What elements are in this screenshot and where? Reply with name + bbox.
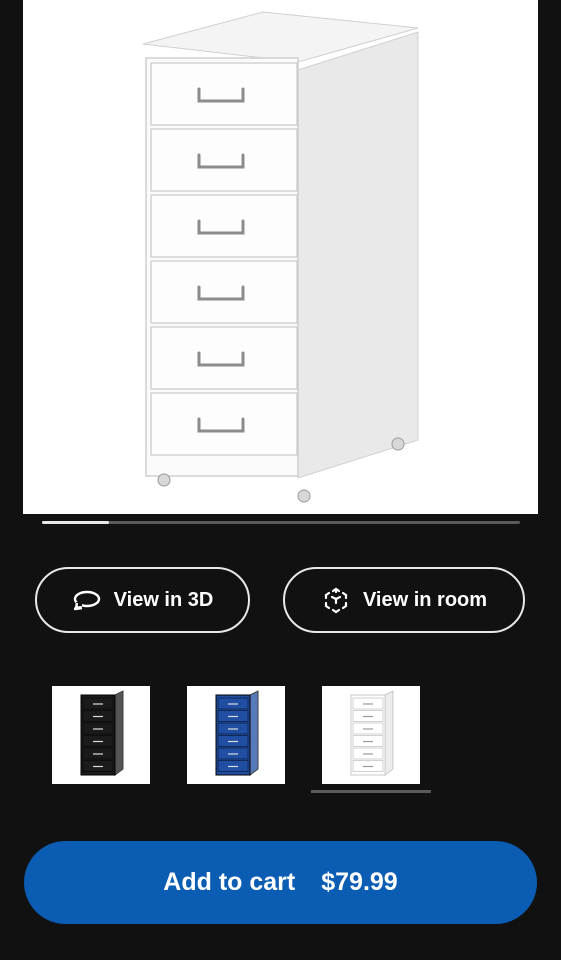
view-in-3d-button[interactable]: View in 3D — [35, 567, 250, 633]
color-option-white[interactable] — [322, 686, 420, 784]
blue-cabinet-thumbnail — [215, 690, 259, 776]
white-cabinet-thumbnail — [350, 690, 394, 776]
gallery-progress-track — [42, 521, 520, 524]
drawer-front — [150, 326, 298, 390]
view-in-room-label: View in room — [362, 588, 488, 611]
gallery-progress-fill — [42, 521, 109, 524]
product-image[interactable] — [23, 0, 538, 514]
view-in-3d-label: View in 3D — [113, 588, 214, 611]
color-option-blue[interactable] — [187, 686, 285, 784]
black-cabinet-thumbnail — [80, 690, 124, 776]
ar-cube-icon — [321, 585, 351, 615]
price-label: $79.99 — [321, 868, 398, 896]
color-option-black[interactable] — [52, 686, 150, 784]
add-to-cart-button[interactable]: Add to cart $79.99 — [24, 841, 537, 924]
drawer-cabinet-illustration — [142, 11, 419, 503]
add-to-cart-label: Add to cart — [163, 868, 296, 896]
drawer-front — [150, 260, 298, 324]
selected-color-indicator — [311, 790, 431, 793]
drawer-front — [150, 392, 298, 456]
drawer-front — [150, 128, 298, 192]
drawer-front — [150, 62, 298, 126]
view-in-room-button[interactable]: View in room — [283, 567, 525, 633]
drawer-front — [150, 194, 298, 258]
rotate-3d-icon — [72, 585, 102, 615]
